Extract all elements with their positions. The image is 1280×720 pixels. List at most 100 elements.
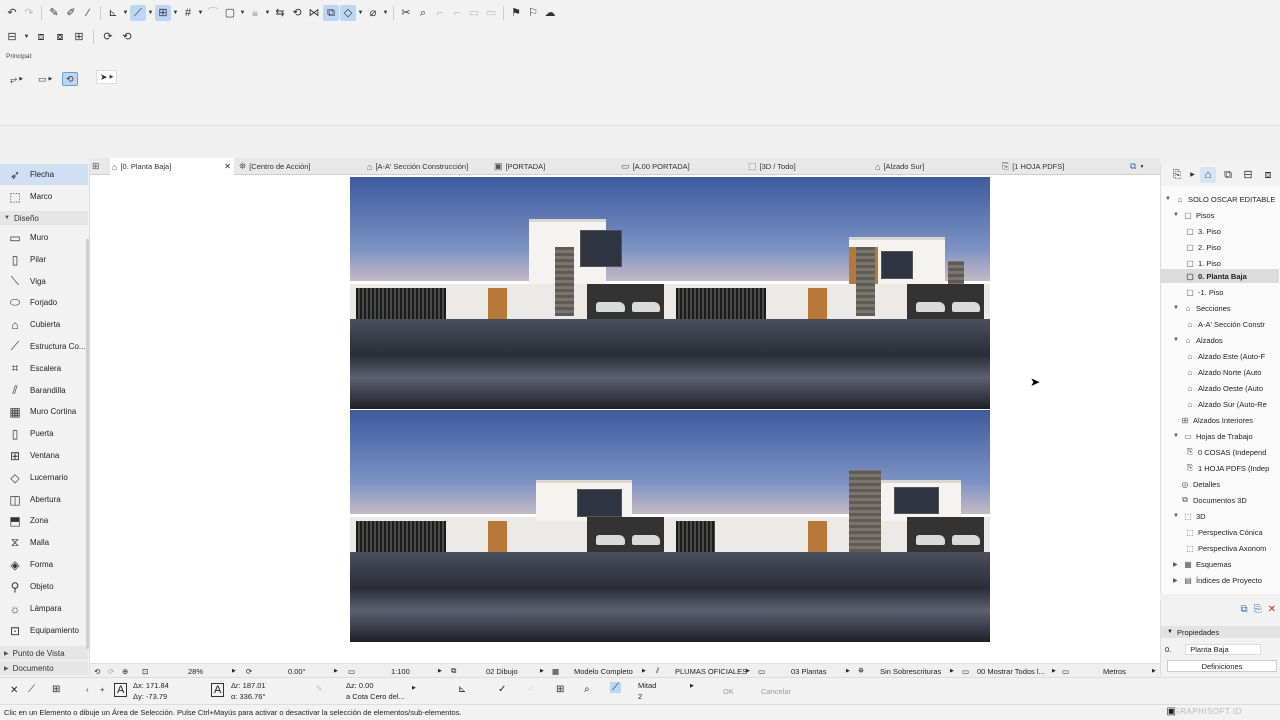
toolbox-scrollbar[interactable] [86, 239, 89, 649]
angle-value[interactable]: α: 336.76° [231, 692, 265, 701]
absolute-coordinate-icon[interactable]: A [114, 683, 128, 697]
chevron-down-icon[interactable]: ▼ [122, 5, 129, 21]
pick-up-parameters-icon[interactable]: ✎ [46, 5, 62, 21]
measure-icon[interactable]: ⌕ [584, 684, 590, 695]
tab-centro-de-accion[interactable]: ⛯ [Centro de Acción] [237, 158, 363, 175]
units[interactable]: Metros [1103, 664, 1126, 678]
midpoint-value[interactable]: 2 [638, 692, 642, 701]
structure-display[interactable]: 00 Mostrar Todos l... [977, 664, 1045, 678]
trace-icon[interactable]: ⊾ [105, 5, 121, 21]
reference-level[interactable]: a Cota Cero del... [346, 692, 405, 701]
chevron-down-icon[interactable]: ▼ [239, 5, 246, 21]
rotated-method-button[interactable]: ⟲ [62, 72, 78, 86]
split-icon[interactable]: ✂ [398, 5, 414, 21]
redo-view-icon[interactable]: ⟳ [108, 664, 114, 678]
chevron-right-icon[interactable]: ▶ [950, 664, 954, 678]
graphisoft-id-link[interactable]: GRAPHISOFT ID [1173, 707, 1242, 716]
tool-skylight[interactable]: ◇ Lucernario [0, 467, 88, 488]
chevron-right-icon[interactable]: ▶ [1152, 664, 1156, 678]
chevron-down-icon[interactable]: ▼ [264, 5, 271, 21]
chevron-down-icon[interactable]: ▼ [357, 5, 364, 21]
definitions-button[interactable]: Definiciones [1167, 660, 1277, 672]
trim-icon[interactable]: ⌐ [449, 5, 465, 21]
chevron-right-icon[interactable]: ▶ [540, 664, 544, 678]
tool-object[interactable]: ⚲ Objeto [0, 576, 88, 597]
send-receive-icon[interactable]: ⟲ [119, 29, 135, 45]
ok-button[interactable]: OK [723, 687, 734, 696]
tab-hoja-pdfs[interactable]: ⎘ [1 HOJA PDFS] [1000, 158, 1126, 175]
tool-curtain-wall[interactable]: ▦ Muro Cortina [0, 401, 88, 422]
chevron-right-icon[interactable]: ▶ [690, 683, 694, 689]
guide-icon[interactable]: ⟋ [610, 682, 621, 693]
tool-equipment[interactable]: ⊡ Equipamiento [0, 620, 88, 641]
guide-lines-icon[interactable]: ⟋ [130, 5, 146, 21]
tab-planta-baja[interactable]: ⌂ [0. Planta Baja] ✕ [110, 158, 234, 175]
fit-in-window-icon[interactable]: ⊡ [142, 664, 148, 678]
nav-item-worksheet[interactable]: ⎘ 1 HOJA PDFS (Indep [1185, 461, 1279, 475]
stretch-icon[interactable]: ▭ [483, 5, 499, 21]
chevron-down-icon[interactable]: ▼ [382, 5, 389, 21]
flag-list-icon[interactable]: ⚐ [525, 5, 541, 21]
tool-mesh[interactable]: ⧖ Malla [0, 532, 88, 553]
tool-door[interactable]: ▯ Puerta [0, 423, 88, 444]
chevron-right-icon[interactable]: ▶ [334, 664, 338, 678]
nav-item-elevation[interactable]: ⌂ Alzado Este (Auto-F [1185, 349, 1279, 363]
eyedropper-icon[interactable]: ⁄ [80, 5, 96, 21]
undo-icon[interactable]: ↶ [4, 5, 20, 21]
scale-value[interactable]: 1:100 [391, 664, 410, 678]
zoom-level[interactable]: 28% [188, 664, 203, 678]
graphic-override[interactable]: 03 Plantas [791, 664, 826, 678]
plus-icon[interactable]: + [100, 685, 104, 694]
hotlink-icon[interactable]: ⟳ [100, 29, 116, 45]
nav-item-story[interactable]: ▢ 1. Piso [1185, 256, 1279, 270]
layout-book-icon[interactable]: ⊟ [4, 29, 20, 45]
tool-arrow[interactable]: ➶ Flecha [0, 164, 88, 185]
slash-icon[interactable]: ⟋ [528, 684, 533, 694]
pen-set[interactable]: PLUMAS OFICIALES [675, 664, 747, 678]
chevron-down-icon[interactable]: ▼ [172, 5, 179, 21]
arrow-left-icon[interactable]: ‹ [86, 685, 89, 694]
offset-icon[interactable]: ◇ [340, 5, 356, 21]
clone-icon[interactable]: ⎘ [1254, 604, 1262, 615]
tool-zone[interactable]: ⬒ Zona [0, 510, 88, 531]
layer-combination[interactable]: 02 Dibujo [486, 664, 518, 678]
nav-item-axonometry[interactable]: ⬚ Perspectiva Axonom [1185, 541, 1279, 555]
close-icon[interactable]: ✕ [10, 685, 18, 696]
view-angle[interactable]: 0.00° [288, 664, 306, 678]
nav-root[interactable]: ▼ ⌂ SOLO OSCAR EDITABLE [1165, 192, 1279, 206]
nav-item-section[interactable]: ⌂ A-A' Sección Constr [1185, 317, 1279, 331]
delta-y[interactable]: Δy: -73.79 [133, 692, 167, 701]
teamwork-icon[interactable]: ⧇ [52, 29, 68, 45]
pencil-icon[interactable]: ✎ [316, 684, 322, 693]
rotate-icon[interactable]: ⟲ [289, 5, 305, 21]
view-map-icon[interactable]: ⧉ [1220, 167, 1236, 183]
chevron-down-icon[interactable]: ▼ [23, 29, 30, 45]
delete-icon[interactable]: ✕ [1268, 604, 1276, 615]
section-design[interactable]: ▼ Diseño [0, 211, 88, 225]
undo-view-icon[interactable]: ⟲ [94, 664, 100, 678]
delta-r[interactable]: Δr: 187.01 [231, 681, 266, 690]
section-viewpoint[interactable]: ▶ Punto de Vista [0, 646, 88, 660]
suspend-groups-icon[interactable]: ⌒ [205, 5, 221, 21]
zoom-in-icon[interactable]: ⊕ [122, 664, 128, 678]
nav-item-story[interactable]: ▢ 2. Piso [1185, 240, 1279, 254]
chevron-right-icon[interactable]: ▶ [232, 664, 236, 678]
model-view-option[interactable]: Modelo Completo [574, 664, 633, 678]
nav-item-details[interactable]: ◎ Detalles [1180, 477, 1279, 491]
snap-guides-icon[interactable]: ⊞ [155, 5, 171, 21]
drag-icon[interactable]: ⇆ [272, 5, 288, 21]
publisher-sets-icon[interactable]: ⧈ [1260, 167, 1276, 183]
new-view-icon[interactable]: ⧉ [1240, 604, 1247, 615]
selection-frame-icon[interactable]: ▢ [222, 5, 238, 21]
publisher-icon[interactable]: ⧈ [33, 29, 49, 45]
drawing-canvas[interactable]: ➤ [90, 175, 1160, 663]
nav-item-interior-elevations[interactable]: ⊞ Alzados Interiores [1180, 413, 1279, 427]
fillet-icon[interactable]: ⌀ [365, 5, 381, 21]
adjust-icon[interactable]: ⌕ [415, 5, 431, 21]
grid-snap-icon[interactable]: # [180, 5, 196, 21]
chevron-right-icon[interactable]: ▶ [746, 664, 750, 678]
nav-item-3d[interactable]: ▼ ⬚ 3D [1173, 509, 1279, 523]
chevron-right-icon[interactable]: ▶ [1052, 664, 1056, 678]
chevron-down-icon[interactable]: ▼ [197, 5, 204, 21]
angle-icon[interactable]: ⊾ [458, 684, 466, 695]
